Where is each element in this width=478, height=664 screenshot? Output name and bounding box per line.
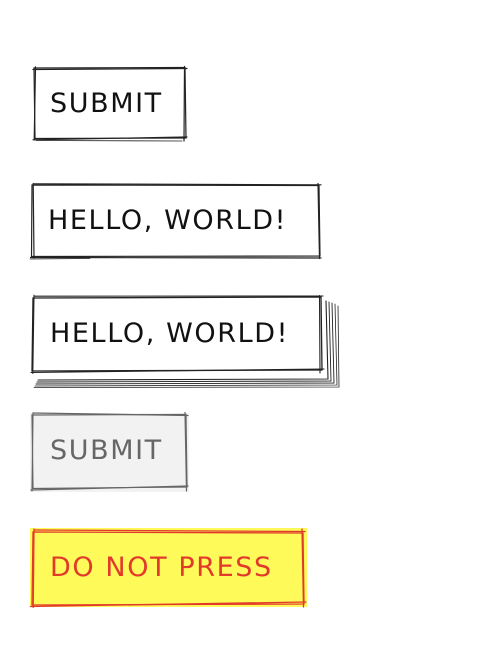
button-label: SUBMIT xyxy=(50,435,163,466)
button-label: HELLO, WORLD! xyxy=(50,318,290,349)
button-label: DO NOT PRESS xyxy=(50,552,273,583)
hello-world-raised-button[interactable]: HELLO, WORLD! xyxy=(30,294,342,391)
submit-disabled-button[interactable]: SUBMIT xyxy=(30,411,190,492)
do-not-press-button[interactable]: DO NOT PRESS xyxy=(29,528,308,609)
button-label: SUBMIT xyxy=(50,88,163,119)
hello-world-button[interactable]: HELLO, WORLD! xyxy=(29,182,322,260)
submit-button[interactable]: SUBMIT xyxy=(32,65,188,142)
button-label: HELLO, WORLD! xyxy=(48,205,288,236)
